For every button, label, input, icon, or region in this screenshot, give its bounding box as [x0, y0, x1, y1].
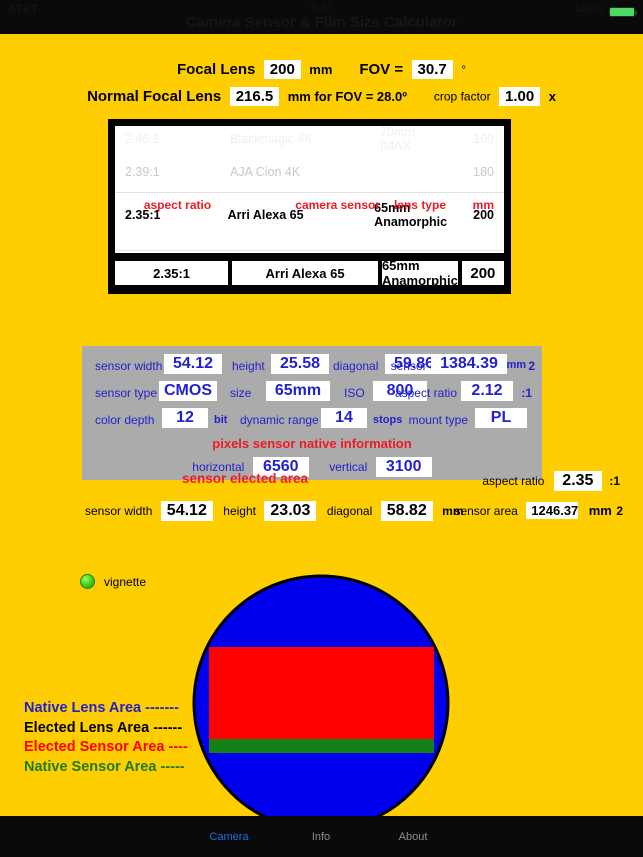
picker-wheel-list[interactable]: 2.46:1 Blackmagic 4K 70mm IMAX 160 2.39:…: [115, 126, 504, 253]
legend-native-sensor-area: Native Sensor Area -----: [24, 758, 185, 775]
mount-type-label: mount type: [408, 413, 468, 427]
sensor-type-value: CMOS: [159, 381, 217, 401]
picker-sensor: Arri Alexa 65: [227, 208, 304, 222]
sensor-native-panel: sensor width 54.12 height 25.58 diagonal…: [82, 346, 542, 480]
picker-mm: 160: [473, 132, 494, 146]
dynamic-range-value: 14: [321, 408, 367, 428]
sensor-area-label: sensor area: [390, 359, 454, 373]
elected-sensor-area-unit-exponent: 2: [616, 503, 623, 518]
tab-bar: Camera Info About: [0, 816, 643, 857]
elected-dimensions-row: sensor width 54.12 height 23.03 diagonal…: [85, 501, 464, 521]
native-sensor-rect: [209, 739, 434, 753]
color-depth-row: color depth 12 bit dynamic range 14 stop…: [82, 407, 542, 434]
focal-lens-row: Focal Lens 200 mm FOV = 30.7 °: [0, 60, 643, 79]
normal-focal-row: Normal Focal Lens 216.5 mm for FOV = 28.…: [0, 87, 643, 106]
normal-focal-lens-suffix: mm for FOV = 28.0º: [287, 89, 407, 104]
picker-aspect: 2.35:1: [125, 208, 161, 222]
battery-icon: [609, 7, 637, 17]
aspect-ratio-value: 2.12: [461, 381, 513, 401]
app-title: Camera Sensor & Film Size Calculator: [185, 14, 458, 31]
aspect-ratio-suffix: :1: [521, 386, 532, 400]
tab-camera[interactable]: Camera: [183, 831, 275, 843]
sensor-elected-title: sensor elected area: [181, 471, 309, 486]
elected-sensor-rect: [209, 647, 434, 753]
crop-factor-value: 1.00: [499, 87, 541, 106]
size-value: 65mm: [266, 381, 330, 401]
diagram-legend: Native Lens Area ------- Elected Lens Ar…: [24, 699, 188, 777]
picker-lens: 65mm Anamorphic: [374, 201, 448, 229]
legend-elected-lens-area: Elected Lens Area ------: [24, 719, 183, 736]
camera-screen: Focal Lens 200 mm FOV = 30.7 ° Normal Fo…: [0, 34, 643, 832]
focal-lens-label: Focal Lens: [176, 61, 256, 78]
elected-sensor-width-label: sensor width: [85, 504, 153, 518]
fov-label: FOV =: [359, 61, 404, 78]
app-root: AT&T 5:42 Camera Sensor & Film Size Calc…: [0, 0, 643, 857]
camera-picker[interactable]: 2.46:1 Blackmagic 4K 70mm IMAX 160 2.39:…: [108, 119, 511, 294]
dynamic-range-unit: stops: [373, 414, 403, 426]
elected-sensor-area-value: 1246.37: [526, 502, 579, 520]
picker-row-1[interactable]: 2.39:1 AJA Cion 4K 180: [115, 152, 504, 192]
picker-row-3[interactable]: 2.00:1 Arri Mini 65mm Cine 250: [115, 251, 504, 253]
picker-sensor: AJA Cion 4K: [230, 165, 301, 179]
coverage-diagram-svg: [192, 574, 450, 832]
selected-aspect-ratio[interactable]: 2.35:1: [115, 261, 229, 285]
aspect-ratio-label: aspect ratio: [394, 386, 457, 400]
fov-unit: °: [461, 62, 466, 77]
focal-lens-input[interactable]: 200: [263, 60, 301, 79]
fov-value: 30.7: [411, 60, 453, 79]
picker-lens: 70mm IMAX: [380, 126, 415, 153]
color-depth-unit: bit: [214, 414, 228, 426]
picker-row-selected[interactable]: 2.35:1 Arri Alexa 65 65mm Anamorphic 200: [115, 193, 504, 237]
picker-mm: 200: [473, 208, 494, 222]
selected-camera-sensor[interactable]: Arri Alexa 65: [232, 261, 378, 285]
elected-height-value: 23.03: [264, 501, 317, 521]
sensor-area-unit-exponent: 2: [528, 359, 535, 373]
elected-aspect-ratio-value: 2.35: [553, 471, 602, 491]
elected-aspect-ratio-label: aspect ratio: [482, 474, 545, 488]
elected-sensor-area-unit: mm: [588, 503, 612, 519]
elected-sensor-width-value: 54.12: [160, 501, 213, 521]
picker-sensor: Blackmagic 4K: [230, 132, 313, 146]
size-label: size: [230, 386, 252, 400]
elected-area-row: sensor area 1246.37 mm 2: [454, 502, 623, 520]
color-depth-label: color depth: [95, 413, 155, 427]
crop-factor-unit: x: [548, 89, 556, 104]
elected-diagonal-label: diagonal: [326, 504, 373, 518]
selected-lens-type[interactable]: 65mm Anamorphic: [381, 258, 458, 288]
picker-selection-bar: 2.35:1 Arri Alexa 65 65mm Anamorphic 200: [115, 258, 504, 288]
picker-mm: 180: [473, 165, 494, 179]
coverage-diagram: Native Lens Area ------- Elected Lens Ar…: [0, 539, 643, 839]
mount-type-value: PL: [475, 408, 527, 428]
battery-percent-label: 100%: [574, 3, 603, 15]
elected-aspect-ratio-row: aspect ratio 2.35 :1: [482, 471, 620, 491]
normal-focal-lens-label: Normal Focal Lens: [87, 88, 222, 105]
picker-aspect: 2.46:1: [125, 132, 160, 146]
picker-row-0[interactable]: 2.46:1 Blackmagic 4K 70mm IMAX 160: [115, 126, 504, 153]
normal-focal-lens-value: 216.5: [229, 87, 280, 106]
clock-label: 5:42: [310, 2, 333, 14]
elected-diagonal-value: 58.82: [380, 501, 433, 521]
elected-sensor-area-label: sensor area: [454, 503, 518, 518]
focal-lens-unit: mm: [309, 62, 333, 77]
sensor-type-row: sensor type CMOS size 65mm ISO 800 aspec…: [82, 380, 542, 407]
elected-aspect-ratio-suffix: :1: [609, 474, 620, 488]
tab-info[interactable]: Info: [275, 831, 367, 843]
color-depth-value: 12: [162, 408, 208, 428]
status-bar: AT&T 5:42 Camera Sensor & Film Size Calc…: [0, 0, 643, 34]
sensor-dimensions-row: sensor width 54.12 height 25.58 diagonal…: [82, 353, 542, 380]
sensor-area-value: 1384.39: [431, 354, 507, 374]
legend-native-lens-area: Native Lens Area -------: [24, 700, 179, 716]
picker-aspect: 2.39:1: [125, 165, 160, 179]
sensor-type-label: sensor type: [95, 386, 158, 400]
crop-factor-label: crop factor: [433, 89, 491, 104]
legend-elected-sensor-area: Elected Sensor Area ----: [24, 739, 188, 755]
pixels-native-title: pixels sensor native information: [212, 436, 412, 451]
sensor-area-unit: mm: [506, 359, 526, 371]
tab-about[interactable]: About: [367, 831, 459, 843]
dynamic-range-label: dynamic range: [240, 413, 319, 427]
selected-focal-mm[interactable]: 200: [461, 261, 504, 285]
elected-height-label: height: [223, 504, 256, 518]
iso-label: ISO: [344, 386, 365, 400]
